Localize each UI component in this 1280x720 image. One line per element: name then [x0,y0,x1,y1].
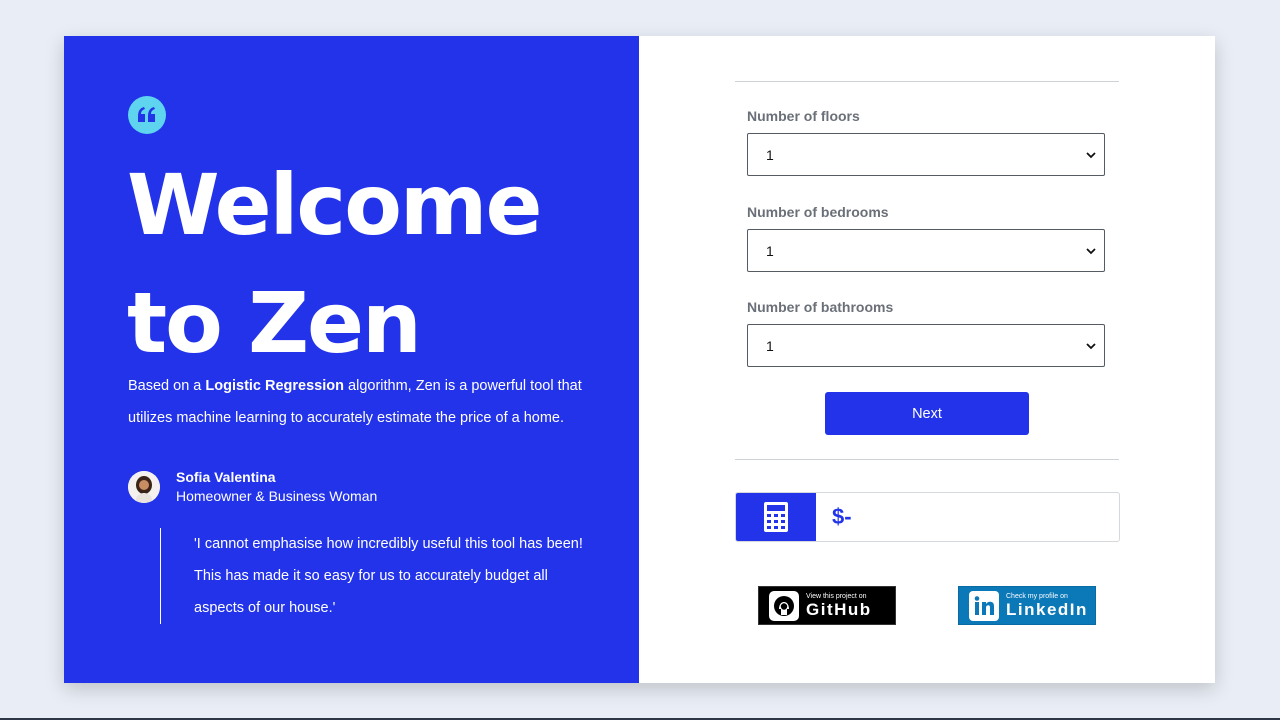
chevron-down-icon [1086,342,1096,349]
bathrooms-value: 1 [766,337,774,354]
intro-bold: Logistic Regression [205,378,344,394]
linkedin-label: LinkedIn [1006,599,1088,619]
page-title: Welcome to Zen [127,146,607,382]
chevron-down-icon [1086,151,1096,158]
floors-select[interactable]: 1 [747,133,1105,176]
bedrooms-value: 1 [766,242,774,259]
intro-text: Based on a Logistic Regression algorithm… [128,370,588,434]
price-result: $- [735,492,1120,542]
quote-icon [128,96,166,134]
bedrooms-label: Number of bedrooms [747,204,889,220]
title-line-1: Welcome [127,156,542,254]
github-badge[interactable]: View this project on GitHub [758,586,896,625]
linkedin-icon [969,590,999,621]
author: Sofia Valentina Homeowner & Business Wom… [128,468,377,506]
divider-bottom [735,459,1119,460]
calculator-icon [736,493,816,541]
testimonial-quote: 'I cannot emphasise how incredibly usefu… [160,528,584,624]
floors-value: 1 [766,146,774,163]
floors-label: Number of floors [747,108,860,124]
chevron-down-icon [1086,247,1096,254]
title-line-2: to Zen [127,274,422,372]
github-label: GitHub [806,599,872,619]
divider-top [735,81,1119,82]
linkedin-badge[interactable]: Check my profile on LinkedIn [958,586,1096,625]
price-value: $- [832,504,852,529]
github-icon [769,590,799,621]
bedrooms-select[interactable]: 1 [747,229,1105,272]
intro-prefix: Based on a [128,378,206,394]
avatar [128,471,160,503]
bathrooms-label: Number of bathrooms [747,299,894,315]
estimator-panel: Number of floors 1 Number of bedrooms 1 … [639,36,1215,683]
bathrooms-select[interactable]: 1 [747,324,1105,367]
author-role: Homeowner & Business Woman [176,488,378,504]
next-button[interactable]: Next [825,392,1029,435]
hero-panel: Welcome to Zen Based on a Logistic Regre… [64,36,639,683]
main-card: Welcome to Zen Based on a Logistic Regre… [64,36,1215,683]
author-name: Sofia Valentina [176,469,276,485]
